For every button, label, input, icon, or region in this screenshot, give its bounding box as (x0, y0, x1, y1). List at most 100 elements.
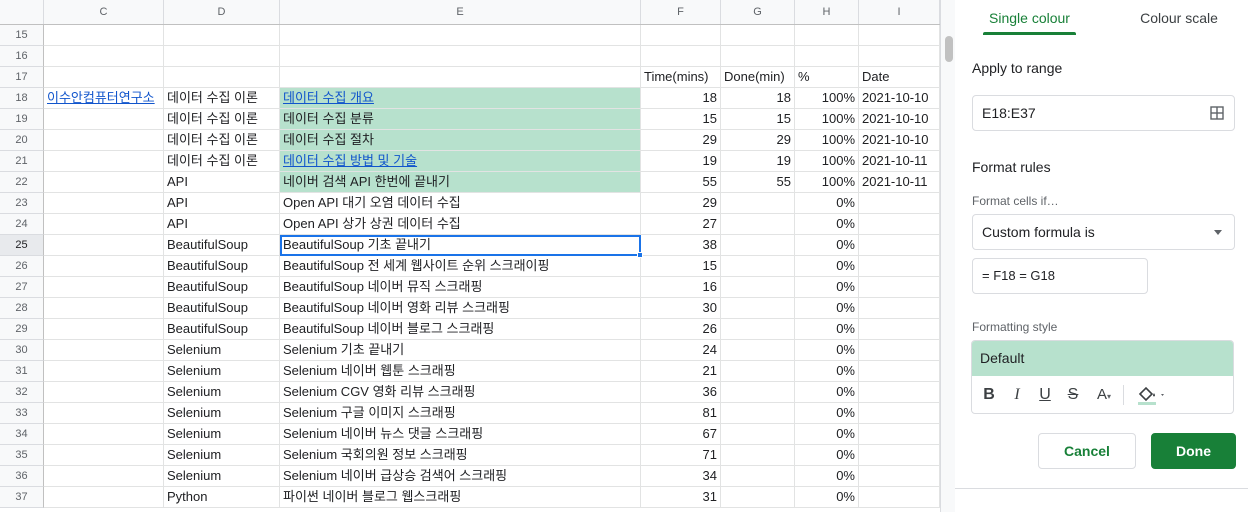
cell-d23[interactable]: API (164, 193, 280, 214)
cell-e32[interactable]: Selenium CGV 영화 리뷰 스크래핑 (280, 382, 641, 403)
cell-d24[interactable]: API (164, 214, 280, 235)
cell-h28[interactable]: 0% (795, 298, 859, 319)
cell-d35[interactable]: Selenium (164, 445, 280, 466)
column-header-f[interactable]: F (641, 0, 721, 24)
cell-g28[interactable] (721, 298, 795, 319)
cell-f22[interactable]: 55 (641, 172, 721, 193)
cell-i22[interactable]: 2021-10-11 (859, 172, 940, 193)
column-header-c[interactable]: C (44, 0, 164, 24)
cell-f17[interactable]: Time(mins) (641, 67, 721, 88)
cell-c19[interactable] (44, 109, 164, 130)
select-range-icon[interactable] (1210, 106, 1224, 120)
cell-c30[interactable] (44, 340, 164, 361)
row-number[interactable]: 21 (0, 151, 44, 172)
cell-h37[interactable]: 0% (795, 487, 859, 508)
cell-e18[interactable]: 데이터 수집 개요 (280, 88, 641, 109)
cell-h34[interactable]: 0% (795, 424, 859, 445)
cell-i18[interactable]: 2021-10-10 (859, 88, 940, 109)
cell-d26[interactable]: BeautifulSoup (164, 256, 280, 277)
cell-c25[interactable] (44, 235, 164, 256)
cell-d29[interactable]: BeautifulSoup (164, 319, 280, 340)
cell-e16[interactable] (280, 46, 641, 67)
cell-c27[interactable] (44, 277, 164, 298)
column-header-d[interactable]: D (164, 0, 280, 24)
cell-f28[interactable]: 30 (641, 298, 721, 319)
cell-h19[interactable]: 100% (795, 109, 859, 130)
cell-g30[interactable] (721, 340, 795, 361)
cell-f16[interactable] (641, 46, 721, 67)
cell-h26[interactable]: 0% (795, 256, 859, 277)
condition-select[interactable]: Custom formula is (972, 214, 1235, 250)
row-number[interactable]: 34 (0, 424, 44, 445)
row-number[interactable]: 29 (0, 319, 44, 340)
cell-i35[interactable] (859, 445, 940, 466)
cell-h16[interactable] (795, 46, 859, 67)
cell-i25[interactable] (859, 235, 940, 256)
cell-d22[interactable]: API (164, 172, 280, 193)
cell-i15[interactable] (859, 25, 940, 46)
row-number[interactable]: 35 (0, 445, 44, 466)
cell-e21[interactable]: 데이터 수집 방법 및 기술 (280, 151, 641, 172)
cell-h35[interactable]: 0% (795, 445, 859, 466)
cell-e19[interactable]: 데이터 수집 분류 (280, 109, 641, 130)
cell-c31[interactable] (44, 361, 164, 382)
column-header-e[interactable]: E (280, 0, 641, 24)
cell-c28[interactable] (44, 298, 164, 319)
cell-g36[interactable] (721, 466, 795, 487)
cell-h32[interactable]: 0% (795, 382, 859, 403)
cell-i20[interactable]: 2021-10-10 (859, 130, 940, 151)
column-header-g[interactable]: G (721, 0, 795, 24)
select-all-corner[interactable] (0, 0, 44, 24)
cell-i16[interactable] (859, 46, 940, 67)
cell-g32[interactable] (721, 382, 795, 403)
cell-d27[interactable]: BeautifulSoup (164, 277, 280, 298)
column-header-i[interactable]: I (859, 0, 940, 24)
cell-f30[interactable]: 24 (641, 340, 721, 361)
row-number[interactable]: 26 (0, 256, 44, 277)
cell-e23[interactable]: Open API 대기 오염 데이터 수집 (280, 193, 641, 214)
spreadsheet-grid[interactable]: CDEFGHI 15 16 17 Time(mins) Done(min)% Date 18… (0, 0, 940, 512)
cell-f19[interactable]: 15 (641, 109, 721, 130)
cell-g27[interactable] (721, 277, 795, 298)
cell-i21[interactable]: 2021-10-11 (859, 151, 940, 172)
cell-i37[interactable] (859, 487, 940, 508)
cell-e33[interactable]: Selenium 구글 이미지 스크래핑 (280, 403, 641, 424)
cell-g17[interactable]: Done(min) (721, 67, 795, 88)
cell-h33[interactable]: 0% (795, 403, 859, 424)
cell-d18[interactable]: 데이터 수집 이론 (164, 88, 280, 109)
cell-h21[interactable]: 100% (795, 151, 859, 172)
cell-i27[interactable] (859, 277, 940, 298)
cell-i33[interactable] (859, 403, 940, 424)
cell-g31[interactable] (721, 361, 795, 382)
cell-f35[interactable]: 71 (641, 445, 721, 466)
cell-h30[interactable]: 0% (795, 340, 859, 361)
tab-colour-scale[interactable]: Colour scale (1133, 0, 1225, 36)
row-number[interactable]: 17 (0, 67, 44, 88)
cell-f18[interactable]: 18 (641, 88, 721, 109)
cell-c24[interactable] (44, 214, 164, 235)
cell-e22[interactable]: 네이버 검색 API 한번에 끝내기 (280, 172, 641, 193)
cell-f29[interactable]: 26 (641, 319, 721, 340)
row-number[interactable]: 37 (0, 487, 44, 508)
row-number[interactable]: 19 (0, 109, 44, 130)
cell-i28[interactable] (859, 298, 940, 319)
row-number[interactable]: 22 (0, 172, 44, 193)
scrollbar-thumb[interactable] (945, 36, 953, 62)
cell-c32[interactable] (44, 382, 164, 403)
cell-e26[interactable]: BeautifulSoup 전 세계 웹사이트 순위 스크래이핑 (280, 256, 641, 277)
tab-single-colour[interactable]: Single colour (983, 0, 1076, 36)
cell-e24[interactable]: Open API 상가 상권 데이터 수집 (280, 214, 641, 235)
column-header-h[interactable]: H (795, 0, 859, 24)
done-button[interactable]: Done (1151, 433, 1236, 469)
cell-f24[interactable]: 27 (641, 214, 721, 235)
cell-c23[interactable] (44, 193, 164, 214)
cell-h22[interactable]: 100% (795, 172, 859, 193)
cell-c18[interactable]: 이수안컴퓨터연구소 (44, 88, 164, 109)
cell-g33[interactable] (721, 403, 795, 424)
cell-c33[interactable] (44, 403, 164, 424)
cell-c36[interactable] (44, 466, 164, 487)
formula-input[interactable]: = F18 = G18 (972, 258, 1148, 294)
cell-h20[interactable]: 100% (795, 130, 859, 151)
cell-d28[interactable]: BeautifulSoup (164, 298, 280, 319)
row-number[interactable]: 36 (0, 466, 44, 487)
